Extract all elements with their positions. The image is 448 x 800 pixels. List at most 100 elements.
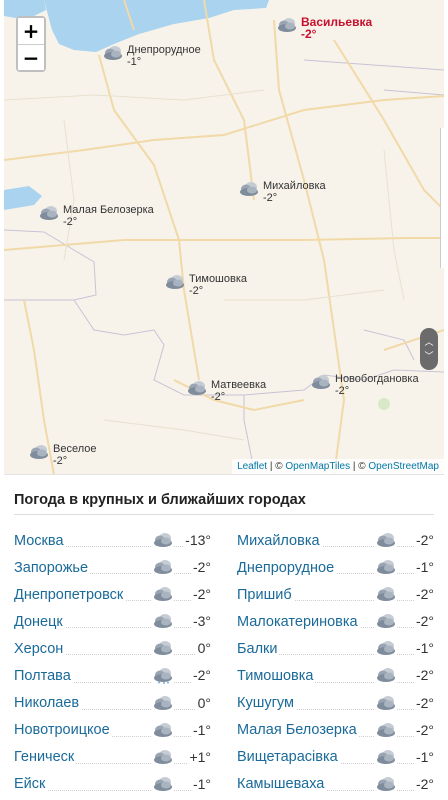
city-row[interactable]: Новотроицкое -1° [14, 717, 211, 744]
city-link[interactable]: Новотроицкое [14, 722, 112, 739]
city-link[interactable]: Тимошовка [237, 668, 316, 685]
city-temperature: -2° [190, 586, 211, 603]
city-link[interactable]: Полтава [14, 668, 73, 685]
map-tiles [4, 0, 444, 474]
map-marker-name: Малая Белозерка [63, 204, 154, 216]
city-link[interactable]: Днепропетровск [14, 586, 126, 603]
cloud-icon [375, 720, 397, 739]
openmaptiles-link[interactable]: OpenMapTiles [285, 461, 350, 472]
map-marker[interactable]: Матвеевка -2° [186, 379, 266, 403]
city-row[interactable]: Херсон 0° [14, 635, 211, 662]
city-temperature: -2° [190, 559, 211, 576]
city-row[interactable]: Малокатериновка -2° [237, 608, 434, 635]
cloud-icon [186, 379, 208, 395]
cloud-icon [152, 693, 174, 712]
leaflet-link[interactable]: Leaflet [237, 461, 267, 472]
city-row[interactable]: Полтава -2° [14, 662, 211, 689]
city-row[interactable]: Малая Белозерка -2° [237, 717, 434, 744]
city-row[interactable]: Донецк -3° [14, 608, 211, 635]
map-marker-temp: -2° [189, 285, 204, 297]
chevron-down-icon: ﹀ [424, 351, 434, 361]
city-row[interactable]: Днепрорудное -1° [237, 554, 434, 581]
map-marker[interactable]: Новобогдановка -2° [310, 373, 419, 397]
city-link[interactable]: Кушугум [237, 695, 296, 712]
cloud-icon [375, 558, 397, 577]
city-link[interactable]: Херсон [14, 640, 66, 657]
cities-weather-section: Погода в крупных и ближайших городах Мос… [14, 492, 434, 798]
city-temperature: -1° [413, 748, 434, 765]
city-row[interactable]: Михайловка -2° [237, 527, 434, 554]
zoom-control: + − [16, 16, 46, 72]
city-temperature: -1° [413, 559, 434, 576]
map-marker-label: Васильевка -2° [301, 16, 372, 40]
map-marker[interactable]: Тимошовка -2° [164, 273, 247, 297]
cloud-icon [152, 585, 174, 604]
map-marker[interactable]: Веселое -2° [28, 443, 96, 467]
city-link[interactable]: Балки [237, 640, 280, 657]
city-temperature: 0° [195, 640, 211, 657]
city-row[interactable]: Запорожье -2° [14, 554, 211, 581]
city-link[interactable]: Ейск [14, 776, 48, 793]
map-marker-temp: -2° [335, 385, 350, 397]
city-row[interactable]: Тимошовка -2° [237, 662, 434, 689]
city-temperature: -2° [190, 667, 211, 684]
city-temperature: -1° [190, 721, 211, 738]
city-row[interactable]: Николаев 0° [14, 690, 211, 717]
map-marker-label: Днепрорудное -1° [127, 44, 201, 68]
city-link[interactable]: Донецк [14, 613, 65, 630]
cloud-icon [375, 639, 397, 658]
city-temperature: -2° [413, 721, 434, 738]
side-panel-handle[interactable] [440, 128, 444, 268]
cloud-icon [164, 273, 186, 289]
cloud-icon [102, 44, 124, 60]
city-link[interactable]: Камышеваха [237, 776, 327, 793]
city-row[interactable]: Камышеваха -2° [237, 771, 434, 798]
map-marker-label: Новобогдановка -2° [335, 373, 419, 397]
zoom-out-button[interactable]: − [18, 44, 44, 70]
cloud-icon [152, 612, 174, 631]
city-row[interactable]: Вищетарасівка -1° [237, 744, 434, 771]
city-row[interactable]: Кушугум -2° [237, 690, 434, 717]
cloud-icon [375, 774, 397, 793]
city-temperature: -13° [183, 532, 211, 548]
city-link[interactable]: Днепрорудное [237, 559, 337, 576]
city-link[interactable]: Запорожье [14, 559, 91, 576]
city-link[interactable]: Малокатериновка [237, 613, 360, 630]
cloud-icon [152, 558, 174, 577]
cloud-icon [375, 666, 397, 685]
map-marker[interactable]: Васильевка -2° [276, 16, 372, 40]
city-link[interactable]: Москва [14, 532, 66, 549]
cloud-icon [310, 373, 332, 389]
city-temperature: -1° [413, 640, 434, 657]
city-temperature: -3° [190, 613, 211, 630]
map-marker-label: Михайловка -2° [263, 180, 326, 204]
city-temperature: +1° [187, 748, 211, 765]
map-marker[interactable]: Михайловка -2° [238, 180, 326, 204]
map-marker-name: Веселое [53, 443, 97, 455]
cities-section-title: Погода в крупных и ближайших городах [14, 492, 434, 515]
city-row[interactable]: Ейск -1° [14, 771, 211, 798]
map-marker[interactable]: Днепрорудное -1° [102, 44, 201, 68]
city-row[interactable]: Балки -1° [237, 635, 434, 662]
map-marker-name: Михайловка [263, 180, 326, 192]
city-row[interactable]: Днепропетровск -2° [14, 581, 211, 608]
snow-cloud-icon [152, 666, 174, 685]
zoom-in-button[interactable]: + [18, 18, 44, 44]
map-marker[interactable]: Малая Белозерка -2° [38, 204, 154, 228]
city-temperature: 0° [195, 694, 211, 711]
city-row[interactable]: Пришиб -2° [237, 581, 434, 608]
city-link[interactable]: Николаев [14, 695, 82, 712]
page-scroll-handle[interactable]: ︿ ﹀ [420, 328, 438, 370]
openstreetmap-link[interactable]: OpenStreetMap [368, 461, 439, 472]
city-link[interactable]: Малая Белозерка [237, 722, 359, 739]
city-link[interactable]: Вищетарасівка [237, 749, 340, 766]
city-link[interactable]: Михайловка [237, 532, 322, 549]
city-temperature: -2° [413, 775, 434, 792]
weather-map[interactable]: + − Васильевка -2° Днепрорудное -1° Михайлов… [4, 0, 444, 475]
city-row[interactable]: Геническ +1° [14, 744, 211, 771]
chevron-up-icon: ︿ [424, 337, 434, 347]
city-link[interactable]: Пришиб [237, 586, 294, 603]
city-link[interactable]: Геническ [14, 749, 77, 766]
map-marker-name: Тимошовка [189, 273, 248, 285]
city-row[interactable]: Москва -13° [14, 527, 211, 554]
